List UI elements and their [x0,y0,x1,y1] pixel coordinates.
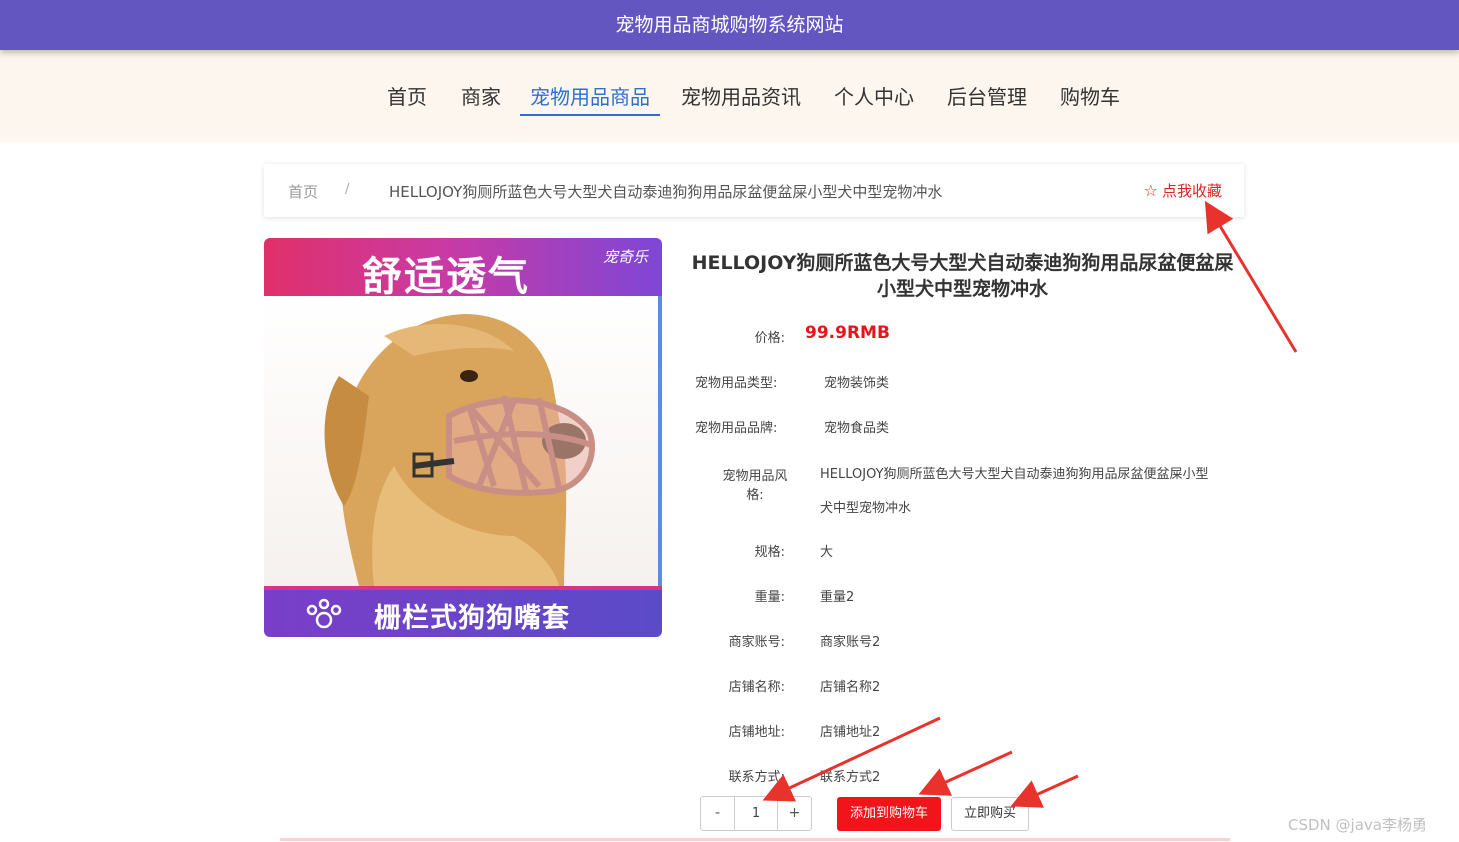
image-top-text: 舒适透气 [362,254,530,300]
nav-item-admin[interactable]: 后台管理 [946,70,1028,116]
favorite-button[interactable]: ☆ 点我收藏 [1144,180,1222,201]
brand-label: 宠物用品品牌: [695,421,778,436]
nav-item-pet-products[interactable]: 宠物用品商品 [520,70,660,116]
nav-item-user-center[interactable]: 个人中心 [833,70,915,116]
breadcrumb: 首页 / HELLOJOY狗厕所蓝色大号大型犬自动泰迪狗狗用品尿盆便盆屎小型犬中… [264,164,1244,217]
breadcrumb-current: HELLOJOY狗厕所蓝色大号大型犬自动泰迪狗狗用品尿盆便盆屎小型犬中型宠物冲水 [389,183,943,201]
breadcrumb-separator: / [345,182,350,197]
brand-value: 宠物食品类 [824,421,890,436]
nav-item-cart[interactable]: 购物车 [1059,70,1121,116]
add-to-cart-button[interactable]: 添加到购物车 [837,797,941,831]
image-photo-frame [264,296,662,586]
contact-value: 联系方式2 [820,770,881,785]
weight-value: 重量2 [820,590,855,605]
buy-now-button[interactable]: 立即购买 [951,797,1029,831]
quantity-increase-button[interactable]: + [777,797,811,830]
type-value: 宠物装饰类 [824,376,890,391]
weight-label: 重量: [754,590,785,605]
nav-item-pet-news[interactable]: 宠物用品资讯 [680,70,802,116]
contact-label: 联系方式: [728,770,785,785]
image-banner-top: 舒适透气 宠奇乐 [264,238,662,300]
image-banner-bottom: 栅栏式狗狗嘴套 [264,586,662,637]
watermark: CSDN @java李杨勇 [1288,816,1427,834]
site-title-bar: 宠物用品商城购物系统网站 [0,0,1459,50]
nav-item-merchants[interactable]: 商家 [460,70,502,116]
favorite-label: 点我收藏 [1161,182,1222,200]
price-value: 99.9RMB [805,323,890,343]
site-title: 宠物用品商城购物系统网站 [615,14,844,36]
product-image: 舒适透气 宠奇乐 栅栏式狗狗嘴套 [264,238,662,637]
shop-name-label: 店铺名称: [728,680,785,695]
main-nav: 首页 商家 宠物用品商品 宠物用品资讯 个人中心 后台管理 购物车 [0,70,1459,116]
shop-address-label: 店铺地址: [728,725,785,740]
style-value: HELLOJOY狗厕所蓝色大号大型犬自动泰迪狗狗用品尿盆便盆屎小型犬中型宠物冲水 [820,467,1209,516]
quantity-decrease-button[interactable]: - [701,797,735,830]
product-title: HELLOJOY狗厕所蓝色大号大型犬自动泰迪狗狗用品尿盆便盆屎小型犬中型宠物冲水 [691,252,1234,300]
type-label: 宠物用品类型: [695,376,778,391]
shop-name-value: 店铺名称2 [820,680,881,695]
nav-item-home[interactable]: 首页 [386,70,428,116]
quantity-stepper: - + [700,796,812,831]
spec-label: 规格: [754,545,785,560]
paw-icon [306,598,342,629]
image-bottom-text: 栅栏式狗狗嘴套 [374,603,570,634]
spec-value: 大 [820,545,834,560]
breadcrumb-home[interactable]: 首页 [288,181,318,202]
merchant-account-label: 商家账号: [728,635,785,650]
style-label: 宠物用品风格: [722,469,788,503]
price-label: 价格: [754,331,785,346]
arrow-to-add-cart [918,750,1013,796]
quantity-input[interactable] [735,797,777,830]
dog-muzzle-illustration [324,314,596,586]
shop-address-value: 店铺地址2 [820,725,881,740]
divider [280,838,1230,841]
merchant-account-value: 商家账号2 [820,635,881,650]
star-icon: ☆ [1143,181,1158,200]
image-brand-text: 宠奇乐 [602,248,648,266]
